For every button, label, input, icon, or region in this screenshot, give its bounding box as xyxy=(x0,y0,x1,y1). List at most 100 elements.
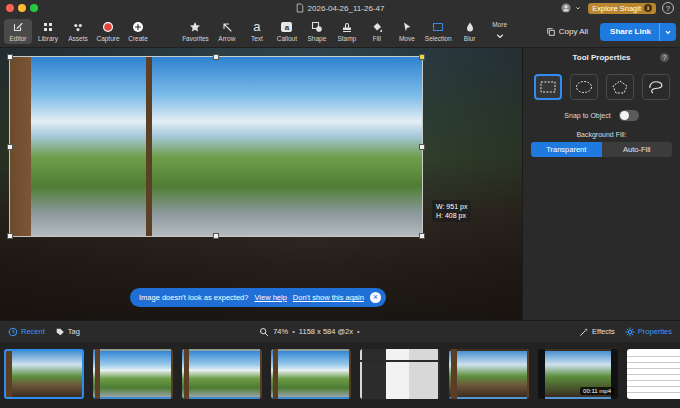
selection-shape-button[interactable] xyxy=(642,74,670,100)
resize-handle[interactable] xyxy=(419,144,425,150)
tool-button[interactable]: Arrow xyxy=(213,19,241,44)
banner-close-button[interactable]: × xyxy=(370,292,381,303)
banner-link[interactable]: Don't show this again xyxy=(293,293,364,302)
nav-icon xyxy=(132,21,144,33)
window-controls xyxy=(6,4,296,12)
resize-handle[interactable] xyxy=(419,54,425,60)
nav-item[interactable]: Library xyxy=(34,19,62,44)
action-group: Copy All Share Link xyxy=(542,23,676,41)
copy-icon xyxy=(546,27,556,37)
copy-all-button[interactable]: Copy All xyxy=(542,25,592,39)
resize-handle[interactable] xyxy=(213,233,219,239)
resize-handle[interactable] xyxy=(7,144,13,150)
nav-icon xyxy=(72,21,84,33)
title-bar: 2026-04-26_11-26-47Explore Snagiti? xyxy=(0,0,680,16)
tool-button[interactable]: Fill xyxy=(363,19,391,44)
tray-filter-button[interactable]: Recent xyxy=(8,327,45,337)
capture-thumbnail[interactable]: 00:11 mp4 xyxy=(538,349,618,399)
share-dropdown[interactable] xyxy=(659,23,676,41)
panel-title: Tool Properties xyxy=(543,53,660,62)
close-button[interactable] xyxy=(6,4,14,12)
filter-icon xyxy=(8,327,18,337)
zoom-info: 74%•1158 x 584 @2x• xyxy=(80,327,579,337)
tool-label: Shape xyxy=(307,35,326,42)
selection-region[interactable] xyxy=(10,57,422,236)
capture-thumbnail[interactable] xyxy=(93,349,173,399)
tool-button[interactable]: Selection xyxy=(423,19,454,44)
capture-thumbnail[interactable] xyxy=(449,349,529,399)
panel-help-button[interactable]: ? xyxy=(660,53,669,62)
tool-button[interactable]: Shape xyxy=(303,19,331,44)
background-fill-option[interactable]: Transparent xyxy=(531,142,602,157)
image-dimensions: 1158 x 584 @2x xyxy=(299,327,353,336)
tool-label: Fill xyxy=(373,35,381,42)
zoom-button[interactable] xyxy=(30,4,38,12)
nav-icon xyxy=(12,21,24,33)
banner-message: Image doesn't look as expected? xyxy=(139,293,248,302)
minimize-button[interactable] xyxy=(18,4,26,12)
tool-label: Arrow xyxy=(218,35,235,42)
nav-item[interactable]: Capture xyxy=(94,19,122,44)
tool-label: More xyxy=(492,21,507,28)
panel-switch-icon xyxy=(625,327,635,337)
zoom-level[interactable]: 74% xyxy=(273,327,288,336)
explore-snagit-button[interactable]: Explore Snagiti xyxy=(588,3,656,14)
nav-item[interactable]: Assets xyxy=(64,19,92,44)
tool-icon xyxy=(464,21,476,33)
magnifier-icon[interactable] xyxy=(259,327,269,337)
selection-shape-button[interactable] xyxy=(570,74,598,100)
title-actions: Explore Snagiti? xyxy=(384,2,674,14)
panel-switch-button[interactable]: Effects xyxy=(579,327,615,337)
background-fill-option[interactable]: Auto-Fill xyxy=(602,142,673,157)
tool-button[interactable]: More xyxy=(486,19,514,44)
title-text: 2026-04-26_11-26-47 xyxy=(308,4,385,13)
resize-handle[interactable] xyxy=(213,54,219,60)
snap-label: Snap to Object xyxy=(564,112,610,119)
account-avatar-icon[interactable] xyxy=(561,3,571,13)
canvas[interactable]: W: 951 pxH: 408 pxImage doesn't look as … xyxy=(0,48,522,320)
copy-label: Copy All xyxy=(559,27,588,36)
capture-thumbnail[interactable] xyxy=(360,349,440,399)
nav-item[interactable]: Editor xyxy=(4,19,32,44)
banner-link[interactable]: View help xyxy=(254,293,286,302)
tray-filters: Recent Tag xyxy=(8,327,80,337)
nav-item[interactable]: Create xyxy=(124,19,152,44)
snap-toggle[interactable] xyxy=(619,110,639,121)
capture-thumbnail[interactable] xyxy=(4,349,84,399)
background-fill-control: TransparentAuto-Fill xyxy=(531,142,672,157)
tool-icon xyxy=(371,21,383,33)
capture-thumbnail[interactable] xyxy=(627,349,680,399)
tool-button[interactable]: Favorites xyxy=(180,19,211,44)
toggle-knob xyxy=(620,111,629,120)
capture-thumbnail[interactable] xyxy=(271,349,351,399)
capture-thumbnail[interactable] xyxy=(182,349,262,399)
tool-icon xyxy=(311,21,323,33)
tool-label: Favorites xyxy=(182,35,209,42)
ellipse-shape-icon xyxy=(574,79,594,95)
tray-filter-button[interactable]: Tag xyxy=(55,327,80,337)
tool-icon xyxy=(221,21,233,33)
tool-label: Blur xyxy=(464,35,476,42)
nav-label: Editor xyxy=(10,35,27,42)
filter-label: Recent xyxy=(21,327,45,336)
bottom-bar: Recent Tag74%•1158 x 584 @2x•Effects Prope… xyxy=(0,320,680,342)
resize-handle[interactable] xyxy=(419,233,425,239)
selection-shape-group xyxy=(531,74,672,100)
tool-button[interactable]: aText xyxy=(243,19,271,44)
tool-button[interactable]: aCallout xyxy=(273,19,301,44)
resize-handle[interactable] xyxy=(7,233,13,239)
selection-shape-button[interactable] xyxy=(606,74,634,100)
panel-switches: Effects Properties xyxy=(579,327,672,337)
resize-handle[interactable] xyxy=(7,54,13,60)
panel-switch-button[interactable]: Properties xyxy=(625,327,672,337)
panel-switch-icon xyxy=(579,327,589,337)
tool-button[interactable]: Blur xyxy=(456,19,484,44)
filter-label: Tag xyxy=(68,327,80,336)
tool-button[interactable]: Stamp xyxy=(333,19,361,44)
share-link-button[interactable]: Share Link xyxy=(600,23,676,41)
account-chevron-icon[interactable] xyxy=(574,4,582,12)
selection-shape-button[interactable] xyxy=(534,74,562,100)
help-button[interactable]: ? xyxy=(662,2,674,14)
tool-button[interactable]: Move xyxy=(393,19,421,44)
background-fill-label: Background Fill: xyxy=(531,131,672,138)
